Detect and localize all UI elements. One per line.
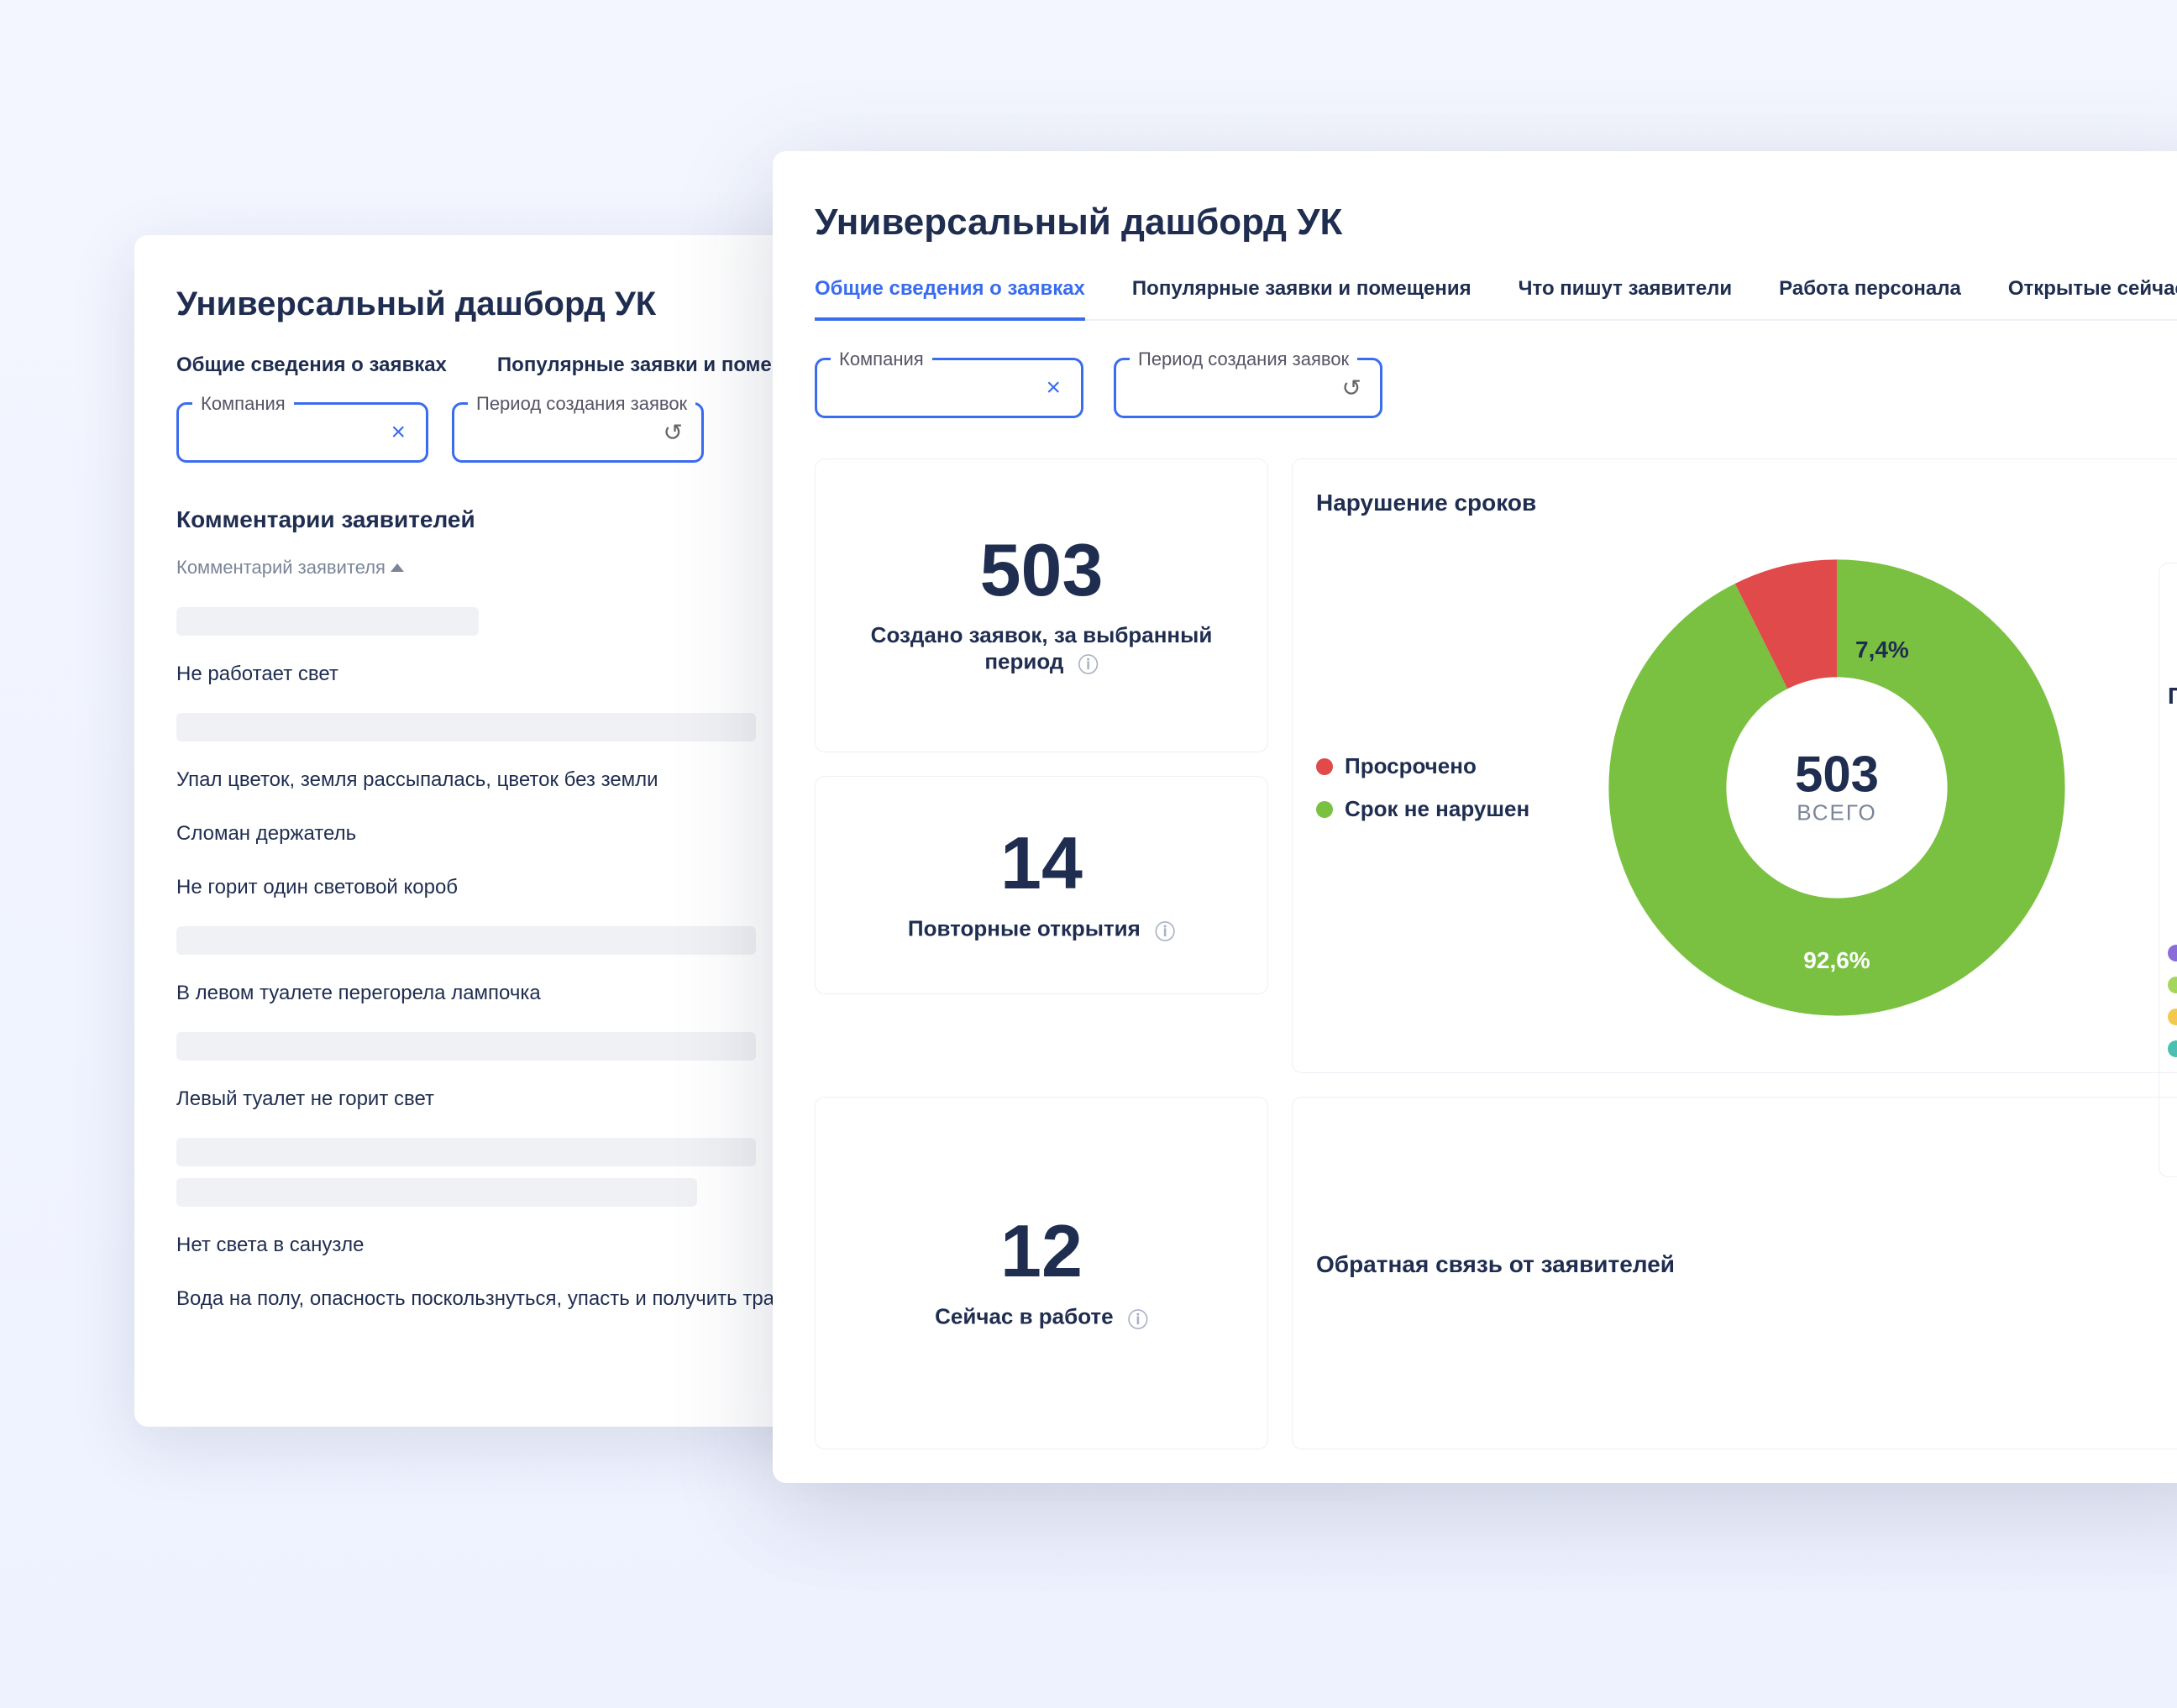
violation-card: Нарушение сроков Просрочено Срок не нару… — [1292, 458, 2177, 1073]
donut-wrap: Просрочено Срок не нарушен 503 ВСЕГО — [1316, 533, 2176, 1042]
peek-right-title: Полу — [2168, 683, 2177, 710]
refresh-icon[interactable]: ↺ — [664, 419, 683, 447]
filter-company-label: Компания — [831, 348, 932, 370]
tab-staff-work[interactable]: Работа персонала — [1779, 277, 1961, 319]
donut-chart: 503 ВСЕГО 7,4% 92,6% — [1602, 553, 2072, 1023]
metric-reopened-value: 14 — [1000, 826, 1083, 900]
tab-feedback-text[interactable]: Что пишут заявители — [1519, 277, 1733, 319]
metric-inwork-card: 12 Сейчас в работе ⓘ — [815, 1097, 1268, 1449]
feedback-card: Обратная связь от заявителей — [1292, 1097, 2177, 1449]
close-icon[interactable]: × — [391, 418, 406, 447]
redacted-bar — [176, 607, 479, 636]
dot-purple-icon — [2168, 945, 2177, 961]
filter-period-back[interactable]: Период создания заявок ↺ — [452, 402, 704, 463]
metric-created-card: 503 Создано заявок, за выбранный период … — [815, 458, 1268, 752]
cards-row-1: 503 Создано заявок, за выбранный период … — [815, 458, 2177, 1073]
info-icon[interactable]: ⓘ — [1128, 1309, 1148, 1332]
redacted-bar — [176, 1032, 756, 1061]
tab-general[interactable]: Общие сведения о заявках — [815, 277, 1085, 321]
close-icon[interactable]: × — [1046, 374, 1061, 402]
peek-legend-dots — [2168, 945, 2177, 1057]
filter-company-back[interactable]: Компания × — [176, 402, 428, 463]
redacted-bar — [176, 1138, 756, 1166]
metric-created-value: 503 — [980, 533, 1104, 607]
redacted-bar — [176, 926, 756, 955]
refresh-icon[interactable]: ↺ — [1342, 375, 1361, 402]
info-icon[interactable]: ⓘ — [1155, 921, 1175, 944]
violation-title: Нарушение сроков — [1316, 490, 2176, 516]
metrics-column: 503 Создано заявок, за выбранный период … — [815, 458, 1268, 1073]
tab-open-now[interactable]: Открытые сейчас заявки — [2008, 277, 2177, 319]
dot-teal-icon — [2168, 1040, 2177, 1057]
cards-row-2: 12 Сейчас в работе ⓘ Обратная связь от з… — [815, 1097, 2177, 1449]
dot-green-icon — [1316, 801, 1333, 818]
dot-red-icon — [1316, 758, 1333, 775]
info-icon[interactable]: ⓘ — [1078, 654, 1099, 677]
donut-label-red: 7,4% — [1855, 637, 1909, 663]
tabs-front: Общие сведения о заявках Популярные заяв… — [815, 277, 2177, 321]
redacted-bar — [176, 1178, 697, 1207]
legend-ontime: Срок не нарушен — [1316, 796, 1576, 822]
filter-period[interactable]: Период создания заявок ↺ — [1114, 358, 1382, 418]
comments-sort-header[interactable]: Комментарий заявителя — [176, 557, 404, 579]
metrics-column-2: 12 Сейчас в работе ⓘ — [815, 1097, 1268, 1449]
tab-general-back[interactable]: Общие сведения о заявках — [176, 354, 447, 377]
caret-up-icon — [391, 563, 404, 572]
filter-period-label: Период создания заявок — [1130, 348, 1357, 370]
filters-front: Компания × Период создания заявок ↺ — [815, 358, 2177, 418]
filter-period-label: Период создания заявок — [468, 393, 695, 415]
filter-company[interactable]: Компания × — [815, 358, 1083, 418]
peek-right-card: Полу — [2159, 563, 2177, 1177]
dashboard-front-card: Универсальный дашборд УК Общие сведения … — [773, 151, 2177, 1483]
metric-inwork-value: 12 — [1000, 1214, 1083, 1288]
tab-popular[interactable]: Популярные заявки и помещения — [1132, 277, 1471, 319]
donut-center: 503 ВСЕГО — [1795, 750, 1879, 826]
metric-reopened-card: 14 Повторные открытия ⓘ — [815, 776, 1268, 994]
donut-total-label: ВСЕГО — [1795, 800, 1879, 826]
donut-legend: Просрочено Срок не нарушен — [1316, 753, 1576, 822]
metric-created-label: Создано заявок, за выбранный период ⓘ — [839, 622, 1244, 678]
donut-label-green: 92,6% — [1803, 947, 1870, 974]
metric-reopened-label: Повторные открытия ⓘ — [908, 915, 1175, 945]
feedback-title: Обратная связь от заявителей — [1316, 1251, 2176, 1278]
filter-company-label: Компания — [192, 393, 294, 415]
redacted-bar — [176, 713, 756, 741]
dot-yellow-icon — [2168, 1009, 2177, 1025]
comments-sort-label: Комментарий заявителя — [176, 557, 386, 579]
metric-inwork-label: Сейчас в работе ⓘ — [935, 1303, 1148, 1333]
page-title: Универсальный дашборд УК — [815, 202, 2177, 244]
legend-overdue: Просрочено — [1316, 753, 1576, 779]
dot-lime-icon — [2168, 977, 2177, 993]
donut-total-value: 503 — [1795, 750, 1879, 800]
